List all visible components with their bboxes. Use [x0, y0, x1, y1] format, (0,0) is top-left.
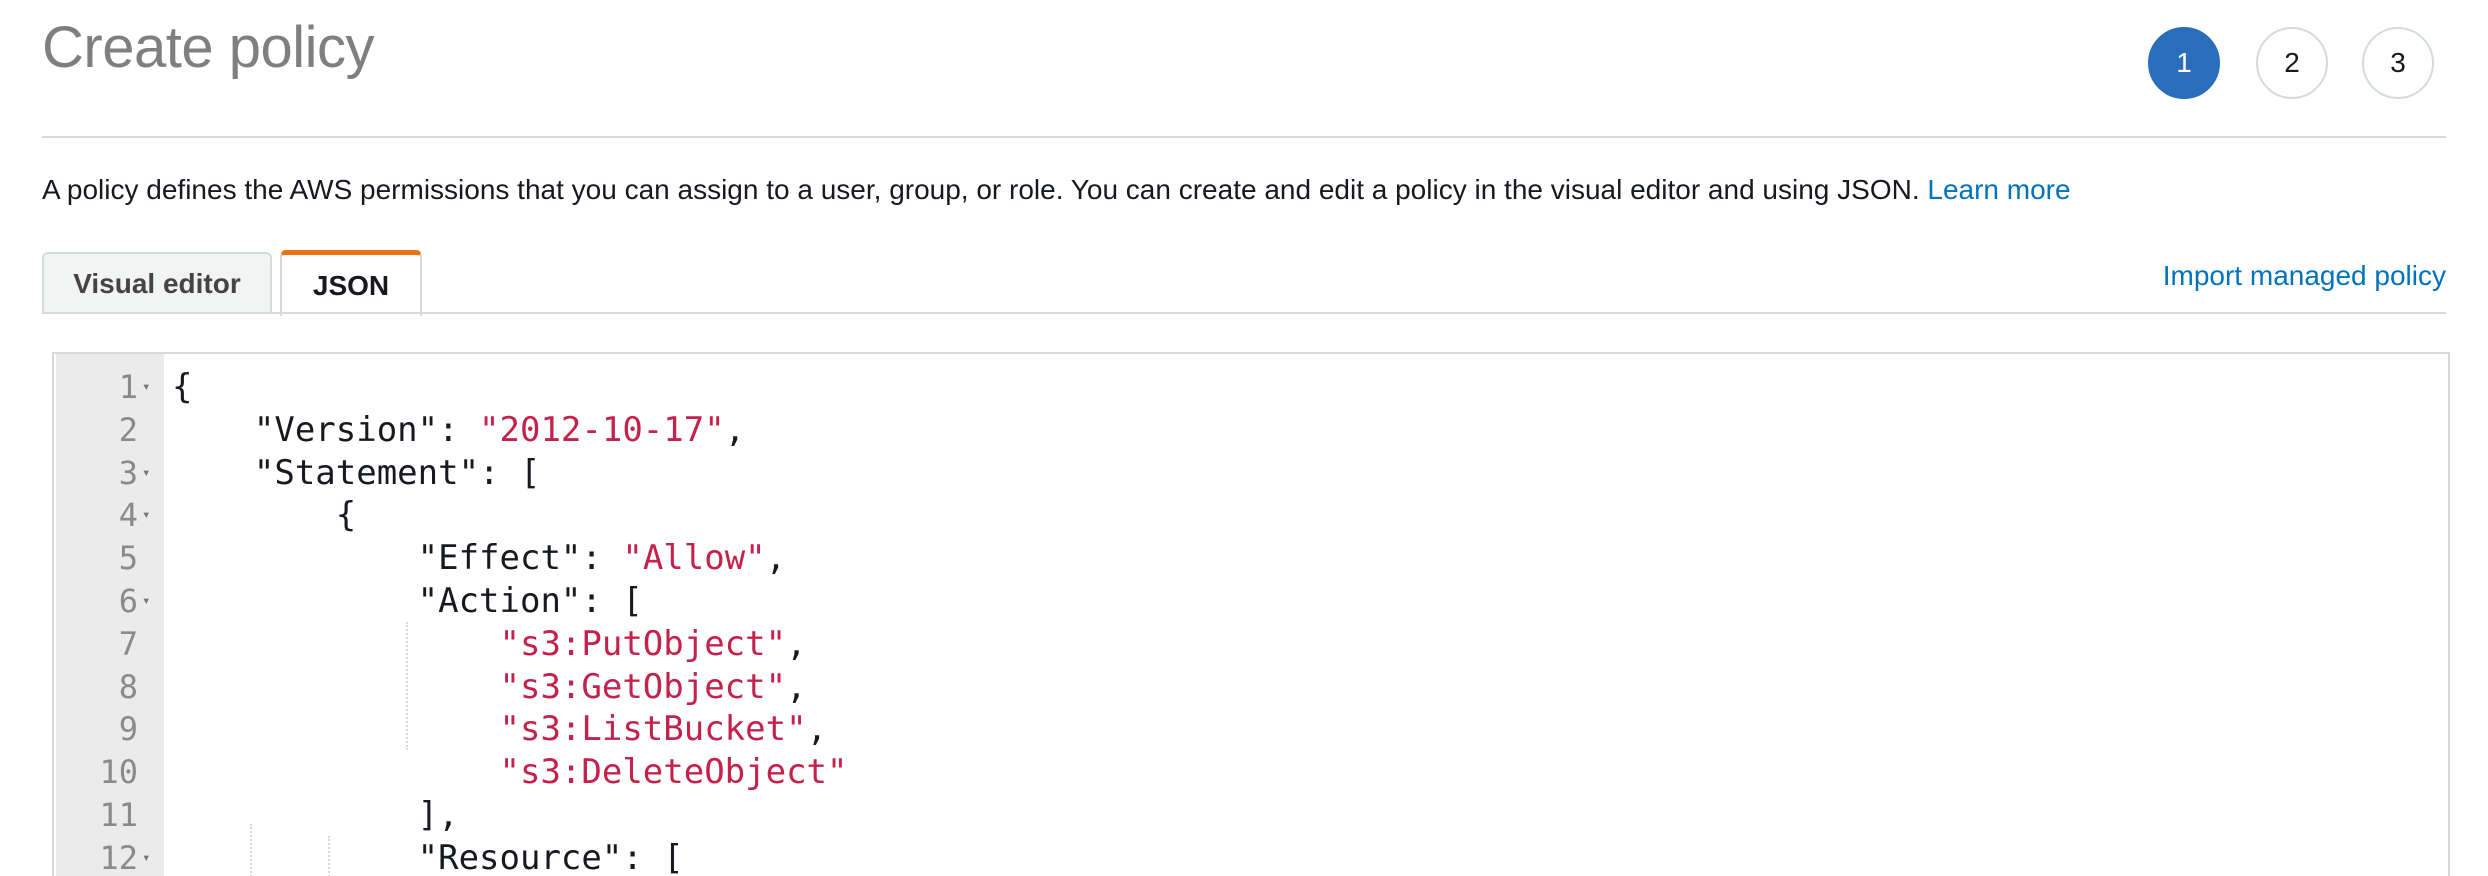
code-text: "s3:GetObject", [172, 666, 807, 709]
code-line[interactable]: 2 "Version": "2012-10-17", [54, 409, 2448, 452]
fold-toggle-icon[interactable]: ▾ [142, 580, 150, 623]
line-number: 2 [118, 410, 138, 449]
learn-more-link[interactable]: Learn more [1927, 174, 2070, 205]
code-line[interactable]: 3 ▾ "Statement": [ [54, 452, 2448, 495]
string-token: "2012-10-17" [479, 409, 725, 450]
code-text: "s3:ListBucket", [172, 708, 828, 751]
code-text: "Statement": [ [172, 452, 541, 495]
line-number: 5 [118, 539, 138, 578]
code-line[interactable]: 4 ▾ { [54, 494, 2448, 537]
code-text: "Version": "2012-10-17", [172, 409, 745, 452]
line-number: 12 [99, 838, 138, 876]
code-token: "Action": [ [172, 580, 643, 621]
string-token: "s3:PutObject" [499, 623, 787, 664]
code-token: "Statement": [ [172, 452, 541, 493]
code-line[interactable]: 12 ▾ "Resource": [ [54, 837, 2448, 876]
code-token: , [786, 666, 807, 707]
code-line[interactable]: 8 "s3:GetObject", [54, 666, 2448, 709]
line-number: 9 [118, 710, 138, 749]
code-line[interactable]: 11 ], [54, 794, 2448, 837]
header-divider [42, 136, 2446, 138]
line-number: 10 [99, 753, 138, 792]
code-text: ], [172, 794, 459, 837]
code-token: { [172, 367, 193, 407]
code-text: "Action": [ [172, 580, 643, 623]
line-number: 4 [118, 496, 138, 535]
line-number: 6 [118, 581, 138, 620]
code-token: { [172, 495, 357, 536]
code-line[interactable]: 7 "s3:PutObject", [54, 623, 2448, 666]
string-token: "Allow" [622, 538, 766, 579]
code-line[interactable]: 6 ▾ "Action": [ [54, 580, 2448, 623]
code-line[interactable]: 5 "Effect": "Allow", [54, 537, 2448, 580]
step-3[interactable]: 3 [2362, 27, 2434, 99]
code-token: , [806, 709, 828, 750]
string-token: "s3:DeleteObject" [499, 752, 848, 793]
code-token: , [724, 409, 746, 450]
step-1[interactable]: 1 [2148, 27, 2220, 99]
code-text: { [172, 494, 356, 537]
code-text: "Effect": "Allow", [172, 537, 787, 580]
code-text: "Resource": [ [172, 837, 684, 876]
code-line[interactable]: 10 "s3:DeleteObject" [54, 751, 2448, 794]
code-token: ], [172, 794, 459, 835]
code-text: "s3:PutObject", [172, 623, 807, 666]
json-code-editor[interactable]: 1 ▾{2 "Version": "2012-10-17", 3 ▾ "Stateme… [52, 352, 2450, 876]
line-number: 11 [99, 795, 138, 834]
fold-toggle-icon[interactable]: ▾ [142, 452, 150, 495]
line-number: 7 [118, 624, 138, 663]
line-number: 3 [118, 453, 138, 492]
description-text: A policy defines the AWS permissions tha… [42, 174, 1920, 205]
code-token: , [765, 538, 787, 579]
code-token: "Resource": [ [172, 837, 684, 876]
code-token: "Version": [172, 409, 480, 450]
code-line[interactable]: 9 "s3:ListBucket", [54, 708, 2448, 751]
step-2[interactable]: 2 [2256, 27, 2328, 99]
import-managed-policy-link[interactable]: Import managed policy [2163, 260, 2446, 292]
code-token: , [786, 623, 807, 664]
code-line[interactable]: 1 ▾ { [54, 366, 2448, 409]
policy-description: A policy defines the AWS permissions tha… [42, 174, 2071, 206]
fold-toggle-icon[interactable]: ▾ [142, 837, 150, 876]
string-token: "s3:GetObject" [499, 666, 787, 707]
code-lines: 1 ▾{2 "Version": "2012-10-17", 3 ▾ "Stateme… [54, 366, 2448, 876]
tab-visual-editor[interactable]: Visual editor [42, 252, 272, 314]
code-text: "s3:DeleteObject" [172, 751, 848, 794]
code-text: { [172, 366, 192, 409]
string-token: "s3:ListBucket" [499, 709, 807, 750]
tabs-underline [42, 312, 2446, 314]
line-number: 1 [118, 368, 138, 406]
line-number: 8 [118, 667, 138, 706]
tab-json[interactable]: JSON [280, 250, 422, 316]
step-indicator: 1 2 3 [0, 27, 2488, 99]
fold-toggle-icon[interactable]: ▾ [142, 366, 150, 409]
code-token: "Effect": [172, 538, 623, 579]
fold-toggle-icon[interactable]: ▾ [142, 494, 150, 537]
